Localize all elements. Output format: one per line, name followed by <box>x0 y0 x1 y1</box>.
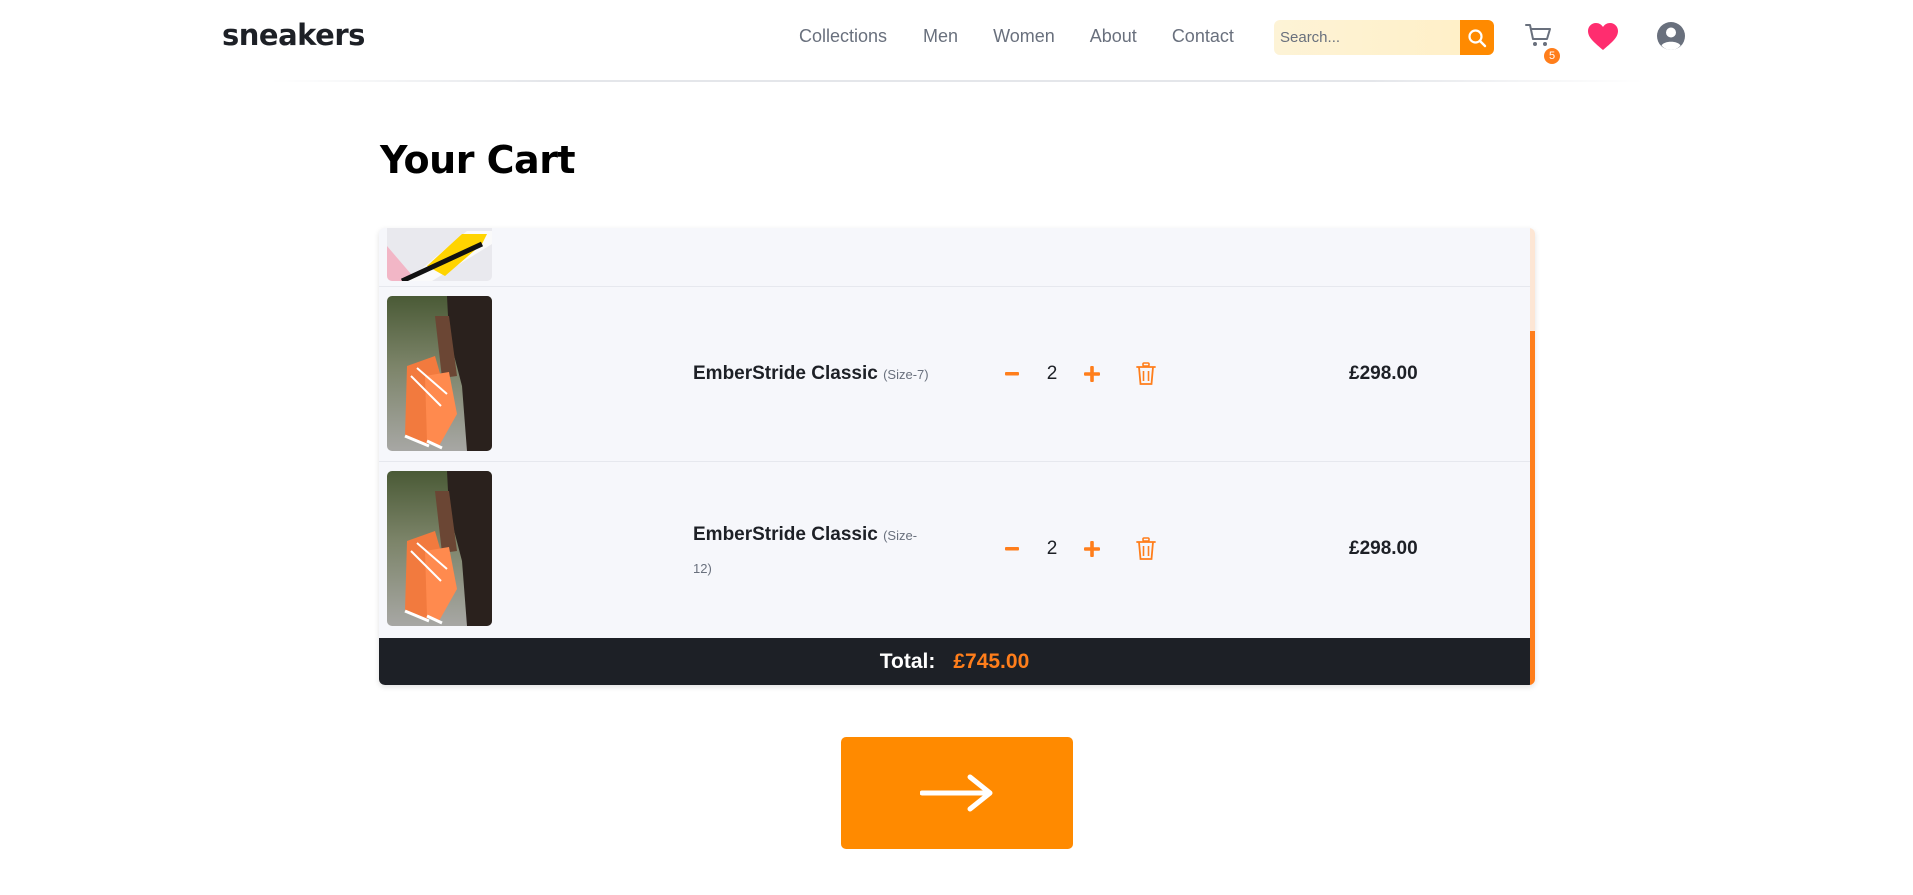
item-price: £298.00 <box>1349 538 1418 559</box>
product-name: EmberStride Classic (Size-7) <box>693 358 933 391</box>
increase-button[interactable] <box>1077 534 1107 564</box>
plus-icon <box>1084 366 1100 382</box>
profile-button[interactable] <box>1656 21 1686 55</box>
product-image <box>387 228 492 281</box>
product-name: EmberStride Classic (Size-12) <box>693 519 933 585</box>
quantity-stepper: 2 <box>997 359 1197 389</box>
product-title: EmberStride Classic <box>693 524 878 545</box>
item-price: £298.00 <box>1349 363 1418 384</box>
cart-item: EmberStride Classic (Size-12) 2 £298.00 <box>379 462 1530 638</box>
remove-item-button[interactable] <box>1133 534 1159 564</box>
nav-men[interactable]: Men <box>923 26 958 47</box>
main-nav: Collections Men Women About Contact <box>799 26 1269 47</box>
quantity-value: 2 <box>1046 363 1058 384</box>
search-button[interactable] <box>1460 20 1494 55</box>
favorites-button[interactable] <box>1587 22 1619 56</box>
plus-icon <box>1084 541 1100 557</box>
arrow-right-icon <box>920 774 993 812</box>
quantity-value: 2 <box>1046 538 1058 559</box>
remove-item-button[interactable] <box>1133 359 1159 389</box>
cart-count-badge: 5 <box>1544 48 1560 64</box>
cart-item: EmberStride Classic (Size-7) 2 £298.00 <box>379 287 1530 462</box>
minus-icon <box>1005 372 1019 376</box>
product-image <box>387 471 492 626</box>
quantity-stepper: 2 <box>997 534 1197 564</box>
total-bar: Total: £745.00 <box>379 638 1530 685</box>
trash-icon <box>1136 537 1156 560</box>
product-title: EmberStride Classic <box>693 363 878 384</box>
header-divider <box>270 80 1644 82</box>
search-input[interactable] <box>1274 20 1460 55</box>
scrollbar-thumb[interactable] <box>1530 331 1535 685</box>
increase-button[interactable] <box>1077 359 1107 389</box>
nav-collections[interactable]: Collections <box>799 26 887 47</box>
site-header: sneakers Collections Men Women About Con… <box>0 0 1913 82</box>
total-value: £745.00 <box>953 649 1030 673</box>
cart-icon <box>1525 24 1551 46</box>
decrease-button[interactable] <box>997 534 1027 564</box>
nav-contact[interactable]: Contact <box>1172 26 1234 47</box>
search-bar <box>1274 20 1494 55</box>
nav-about[interactable]: About <box>1090 26 1137 47</box>
decrease-button[interactable] <box>997 359 1027 389</box>
user-circle-icon <box>1657 22 1685 50</box>
nav-women[interactable]: Women <box>993 26 1055 47</box>
product-image <box>387 296 492 451</box>
product-size: (Size-7) <box>883 367 929 382</box>
trash-icon <box>1136 362 1156 385</box>
checkout-button[interactable] <box>841 737 1073 849</box>
page-title: Your Cart <box>380 138 576 182</box>
cart-panel: EmberStride Classic (Size-7) 2 £298.00 E… <box>379 228 1535 685</box>
logo[interactable]: sneakers <box>222 18 365 52</box>
cart-item <box>379 228 1530 287</box>
search-icon <box>1468 28 1487 47</box>
cart-button[interactable]: 5 <box>1525 22 1565 64</box>
total-label: Total: <box>879 649 936 673</box>
minus-icon <box>1005 547 1019 551</box>
heart-icon <box>1588 23 1618 50</box>
cart-item-list[interactable]: EmberStride Classic (Size-7) 2 £298.00 E… <box>379 228 1530 638</box>
